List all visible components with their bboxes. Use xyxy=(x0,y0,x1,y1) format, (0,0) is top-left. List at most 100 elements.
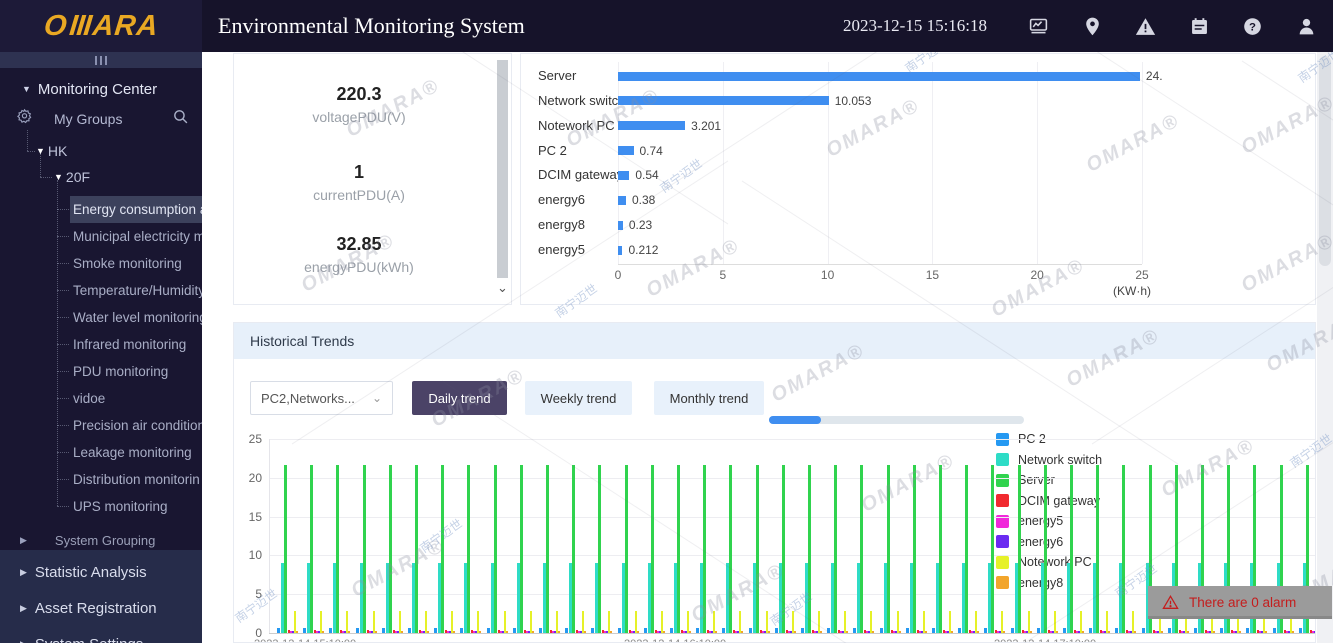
legend-label: Notework PC xyxy=(1018,555,1092,570)
trend-bar-pc-2 xyxy=(722,627,726,633)
tree-item-distribution-monitorin[interactable]: Distribution monitorin xyxy=(0,466,202,493)
sidebar-item-monitoring-center[interactable]: ▼ Monitoring Center xyxy=(0,78,202,100)
tree-item-energy-consumption-a[interactable]: Energy consumption a xyxy=(0,196,202,223)
trend-bar-notework-pc xyxy=(320,611,323,633)
tree-guide xyxy=(57,452,69,453)
bar-value-label: 3.201 xyxy=(691,118,722,133)
legend-item-energy6[interactable]: energy6 xyxy=(996,532,1102,553)
trend-bar-pc-2 xyxy=(1167,627,1171,633)
x-gridline xyxy=(932,62,934,264)
chevron-right-icon: ▶ xyxy=(20,534,27,545)
user-icon[interactable] xyxy=(1295,15,1317,37)
stat-label: energyPDU(kWh) xyxy=(304,259,414,275)
legend-item-dcim-gateway[interactable]: DCIM gateway xyxy=(996,491,1102,512)
bar-pc-2 xyxy=(618,146,634,156)
legend-item-network-switch[interactable]: Network switch xyxy=(996,450,1102,471)
stat-value: 220.3 xyxy=(336,84,382,104)
tree-item-infrared-monitoring[interactable]: Infrared monitoring xyxy=(0,331,202,358)
trend-range-slider[interactable] xyxy=(769,416,1024,424)
trend-bar-pc-2 xyxy=(329,627,333,633)
monitor-chart-icon[interactable] xyxy=(1028,15,1050,37)
trend-bar-notework-pc xyxy=(346,611,349,633)
page-scrollbar[interactable] xyxy=(1317,52,1333,643)
trend-bar-notework-pc xyxy=(1053,611,1056,633)
device-selector-dropdown[interactable]: PC2,Networks... ⌄ xyxy=(250,381,393,415)
stats-scrollbar-thumb[interactable] xyxy=(497,60,508,278)
trend-bar-energy8 xyxy=(322,631,325,633)
tree-item-temperature-humidity[interactable]: Temperature/Humidity xyxy=(0,277,202,304)
app-header: OIIIARA Environmental Monitoring System … xyxy=(0,0,1333,52)
sidebar-item-asset-registration[interactable]: ▶ Asset Registration xyxy=(0,596,202,620)
trend-bar-pc-2 xyxy=(1272,627,1276,633)
tree-item-leakage-monitoring[interactable]: Leakage monitoring xyxy=(0,439,202,466)
trend-bar-energy8 xyxy=(715,631,718,633)
bar-category-label: energy6 xyxy=(538,192,585,208)
trend-bar-pc-2 xyxy=(879,627,883,633)
tree-node-20f[interactable]: ▼ 20F xyxy=(0,167,202,187)
x-tick-label: 25 xyxy=(1135,268,1149,282)
bar-notework-pc xyxy=(618,121,686,131)
trend-bar-pc-2 xyxy=(670,627,673,633)
sidebar-item-label: Asset Registration xyxy=(34,599,157,617)
location-pin-icon[interactable] xyxy=(1081,15,1103,37)
trend-bar-server xyxy=(860,464,864,633)
tree-guide xyxy=(57,344,69,345)
chevron-down-icon: ▼ xyxy=(22,84,31,94)
x-tick-label: 5 xyxy=(719,268,727,282)
trend-bar-pc-2 xyxy=(1010,627,1014,633)
tree-item-vidoe[interactable]: vidoe xyxy=(0,385,202,412)
trend-button-weekly-trend[interactable]: Weekly trend xyxy=(525,381,632,415)
tree-item-water-level-monitoring[interactable]: Water level monitoring xyxy=(0,304,202,331)
tree-guide xyxy=(57,425,69,426)
tree-node-hk[interactable]: ▼ HK xyxy=(0,141,202,161)
trend-bar-server xyxy=(598,464,602,633)
trend-bar-server xyxy=(965,464,969,633)
x-axis-unit-label: (KW·h) xyxy=(1113,284,1151,298)
legend-label: Server xyxy=(1018,473,1055,488)
stat-block: 220.3 voltagePDU(V) xyxy=(234,84,484,125)
trend-bar-notework-pc xyxy=(844,611,847,633)
legend-item-energy5[interactable]: energy5 xyxy=(996,511,1102,532)
trend-button-monthly-trend[interactable]: Monthly trend xyxy=(654,381,764,415)
alarm-status-badge[interactable]: There are 0 alarm xyxy=(1148,586,1332,619)
trend-bar-notework-pc xyxy=(791,611,794,633)
trend-bar-energy8 xyxy=(1029,631,1032,633)
trend-range-slider-thumb[interactable] xyxy=(769,416,821,424)
trend-bar-server xyxy=(912,464,916,633)
tree-guide xyxy=(57,290,69,291)
tree-item-precision-air-conditione[interactable]: Precision air conditione xyxy=(0,412,202,439)
sidebar-item-statistic-analysis[interactable]: ▶ Statistic Analysis xyxy=(0,560,202,584)
trend-bar-notework-pc xyxy=(765,611,768,633)
trend-button-daily-trend[interactable]: Daily trend xyxy=(412,381,507,415)
page-scrollbar-thumb[interactable] xyxy=(1319,56,1331,266)
trend-bar-server xyxy=(939,464,942,633)
tree-item-pdu-monitoring[interactable]: PDU monitoring xyxy=(0,358,202,385)
sidebar-item-system-grouping[interactable]: ▶ System Grouping xyxy=(0,530,202,550)
tree-item-municipal-electricity-m[interactable]: Municipal electricity m xyxy=(0,223,202,250)
trend-bar-notework-pc xyxy=(949,611,951,633)
chevron-down-icon[interactable]: ⌄ xyxy=(495,280,510,296)
trend-bar-server xyxy=(336,464,340,633)
trend-bar-server xyxy=(729,464,733,633)
trend-bar-notework-pc xyxy=(660,611,663,633)
stat-value: 32.85 xyxy=(336,234,382,254)
alarm-warning-icon[interactable] xyxy=(1135,15,1157,37)
trend-bar-energy8 xyxy=(1265,631,1268,633)
log-calendar-icon[interactable] xyxy=(1188,15,1210,37)
legend-item-energy8[interactable]: energy8 xyxy=(996,573,1102,594)
trend-bar-notework-pc xyxy=(687,611,689,633)
trend-bar-server xyxy=(441,464,445,633)
help-icon[interactable]: ? xyxy=(1242,15,1264,37)
tree-item-smoke-monitoring[interactable]: Smoke monitoring xyxy=(0,250,202,277)
sidebar-item-system-settings[interactable]: ▶ System Settings xyxy=(0,632,202,643)
legend-item-server[interactable]: Server xyxy=(996,470,1102,491)
tree-item-ups-monitoring[interactable]: UPS monitoring xyxy=(0,493,202,520)
trend-bar-pc-2 xyxy=(277,627,280,633)
trend-bar-energy8 xyxy=(374,631,377,633)
trend-bar-pc-2 xyxy=(748,627,752,633)
sidebar-item-my-groups[interactable]: My Groups xyxy=(0,108,202,130)
trend-bar-energy8 xyxy=(1186,631,1189,633)
sidebar-collapse-handle[interactable] xyxy=(0,52,202,68)
trend-bar-energy8 xyxy=(1291,631,1294,633)
search-icon[interactable] xyxy=(172,108,189,130)
